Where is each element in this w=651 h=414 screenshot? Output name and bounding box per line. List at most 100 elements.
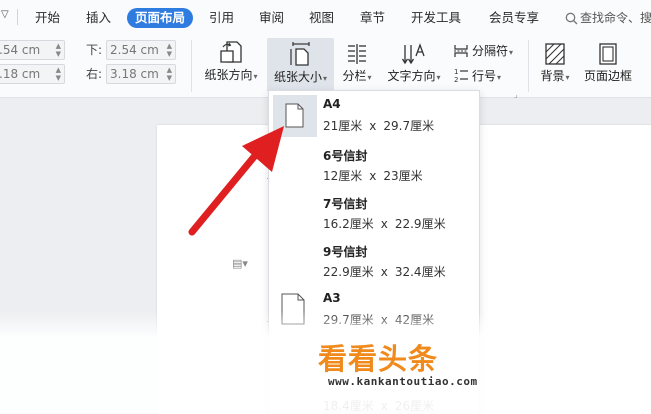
background-label: 背景 — [540, 69, 565, 83]
background-button[interactable]: 背景▾ — [535, 39, 575, 91]
tab-home[interactable]: 开始 — [35, 8, 60, 28]
margin-top-field[interactable]: .54 cm ▲ ▼ — [0, 40, 65, 60]
times-sign: x — [369, 119, 377, 133]
margin-right-label: 右: — [86, 67, 103, 81]
tab-page-layout[interactable]: 页面布局 — [127, 8, 194, 28]
orientation-button[interactable]: 纸张方向▾ — [199, 39, 263, 91]
paper-size-icon — [289, 42, 310, 66]
option-dimensions: 16.2厘米 x 22.9厘米 — [323, 215, 446, 232]
tab-references[interactable]: 引用 — [209, 8, 234, 28]
option-dimensions: 22.9厘米 x 32.4厘米 — [323, 263, 446, 280]
paper-size-button[interactable]: 纸张大小▾ — [267, 38, 334, 92]
menu-tab-bar: ▽ 开始 插入 页面布局 引用 审阅 视图 章节 开发工具 会员专享 查找命令、… — [0, 0, 651, 34]
margin-bottom-value: 2.54 cm — [110, 43, 159, 57]
ribbon-divider — [528, 40, 529, 92]
line-number-icon: 1 2 — [454, 68, 468, 84]
margin-bottom-field[interactable]: 2.54 cm ▲ ▼ — [106, 40, 176, 60]
option-height: 22.9厘米 — [394, 217, 446, 231]
times-sign: x — [380, 313, 388, 327]
margin-bottom-label: 下: — [86, 43, 103, 57]
separator-icon — [454, 45, 468, 57]
separator-label: 分隔符 — [472, 44, 509, 58]
columns-button[interactable]: 分栏▾ — [337, 39, 377, 91]
margin-left-field[interactable]: .18 cm ▲ ▼ — [0, 64, 65, 84]
margin-bottom-spinner[interactable]: ▲ ▼ — [167, 42, 172, 58]
paper-size-option-a4[interactable]: A4 21厘米 x 29.7厘米 — [269, 91, 479, 139]
page-thumb — [273, 289, 317, 331]
svg-text:2: 2 — [454, 76, 458, 83]
option-width: 21厘米 — [323, 119, 363, 133]
page-icon — [281, 293, 305, 325]
option-height: 26厘米 — [394, 399, 435, 413]
line-number-button[interactable]: 1 2 行号▾ — [453, 67, 501, 87]
option-dimensions: 29.7厘米 x 42厘米 — [323, 311, 434, 328]
page-border-button[interactable]: 页面边框 — [581, 39, 635, 91]
chevron-down-icon: ▾ — [323, 74, 328, 83]
page-border-label: 页面边框 — [583, 69, 632, 83]
chevron-down-icon: ▾ — [367, 73, 372, 82]
orientation-label: 纸张方向 — [204, 68, 253, 82]
command-search[interactable]: 查找命令、搜 — [565, 8, 651, 28]
margin-top-spinner[interactable]: ▲ ▼ — [56, 42, 61, 58]
tab-insert[interactable]: 插入 — [86, 8, 111, 28]
paper-size-option-a3[interactable]: A3 29.7厘米 x 42厘米 — [269, 285, 479, 333]
option-dimensions: 12厘米 x 23厘米 — [323, 167, 423, 184]
search-icon — [565, 12, 578, 25]
option-height: 42厘米 — [394, 313, 435, 327]
times-sign: x — [380, 399, 388, 413]
option-dimensions: 18.4厘米 x 26厘米 — [323, 397, 435, 413]
tab-review[interactable]: 审阅 — [259, 8, 284, 28]
option-name: 7号信封 — [323, 197, 368, 211]
times-sign: x — [369, 169, 377, 183]
margin-right-spinner[interactable]: ▲ ▼ — [167, 66, 172, 82]
option-height: 32.4厘米 — [394, 265, 446, 279]
menu-divider — [17, 9, 18, 25]
chevron-down-icon: ▾ — [253, 72, 258, 81]
chevron-down-icon: ▾ — [509, 48, 514, 57]
paper-size-dropdown: A4 21厘米 x 29.7厘米 6号信封 12厘米 x 23厘米 7号信封 16.2厘… — [268, 90, 480, 414]
margin-top-value: .54 cm — [0, 43, 41, 57]
svg-text:1: 1 — [454, 68, 458, 76]
option-name: A4 — [323, 97, 341, 111]
separator-button[interactable]: 分隔符▾ — [453, 42, 513, 62]
paper-size-option-envelope-9[interactable]: 9号信封 22.9厘米 x 32.4厘米 — [269, 237, 479, 285]
times-sign: x — [380, 265, 388, 279]
paper-size-option-envelope-6[interactable]: 6号信封 12厘米 x 23厘米 — [269, 141, 479, 189]
tab-developer[interactable]: 开发工具 — [411, 8, 461, 28]
annotation-arrow — [188, 126, 284, 236]
paper-size-option-envelope-7[interactable]: 7号信封 16.2厘米 x 22.9厘米 — [269, 189, 479, 237]
margin-left-spinner[interactable]: ▲ ▼ — [56, 66, 61, 82]
tab-view[interactable]: 视图 — [309, 8, 334, 28]
margin-right-value: 3.18 cm — [110, 67, 159, 81]
option-height: 29.7厘米 — [383, 119, 435, 133]
tab-membership[interactable]: 会员专享 — [489, 8, 539, 28]
margin-right-field[interactable]: 3.18 cm ▲ ▼ — [106, 64, 176, 84]
option-height: 23厘米 — [383, 169, 423, 183]
paper-size-option-partial[interactable]: 18.4厘米 x 26厘米 — [269, 383, 479, 413]
menu-collapse-icon[interactable]: ▽ — [1, 9, 9, 20]
tab-section[interactable]: 章节 — [360, 8, 385, 28]
option-width: 29.7厘米 — [323, 313, 374, 327]
paste-options-icon[interactable]: ▤▾ — [232, 257, 248, 270]
option-width: 12厘米 — [323, 169, 363, 183]
option-width: 22.9厘米 — [323, 265, 374, 279]
search-placeholder: 查找命令、搜 — [580, 11, 651, 25]
margin-left-value: .18 cm — [0, 67, 41, 81]
text-direction-icon — [401, 43, 425, 65]
chevron-down-icon: ▾ — [497, 73, 502, 82]
chevron-down-icon: ▾ — [436, 73, 441, 82]
page-border-icon — [599, 43, 617, 65]
background-icon — [545, 43, 565, 65]
option-dimensions: 21厘米 x 29.7厘米 — [323, 117, 434, 134]
option-name: 6号信封 — [323, 149, 368, 163]
columns-icon — [348, 44, 366, 64]
text-direction-label: 文字方向 — [387, 69, 436, 83]
text-direction-button[interactable]: 文字方向▾ — [382, 39, 446, 91]
columns-label: 分栏 — [342, 69, 367, 83]
option-width: 16.2厘米 — [323, 217, 374, 231]
option-name: 9号信封 — [323, 245, 368, 259]
ribbon-toolbar: .54 cm ▲ ▼ .18 cm ▲ ▼ 下: 2.54 cm ▲ ▼ 右: 3.1… — [0, 34, 651, 99]
chevron-down-icon: ▾ — [565, 73, 570, 82]
ribbon-divider — [191, 40, 192, 92]
page-orientation-icon — [220, 41, 242, 63]
